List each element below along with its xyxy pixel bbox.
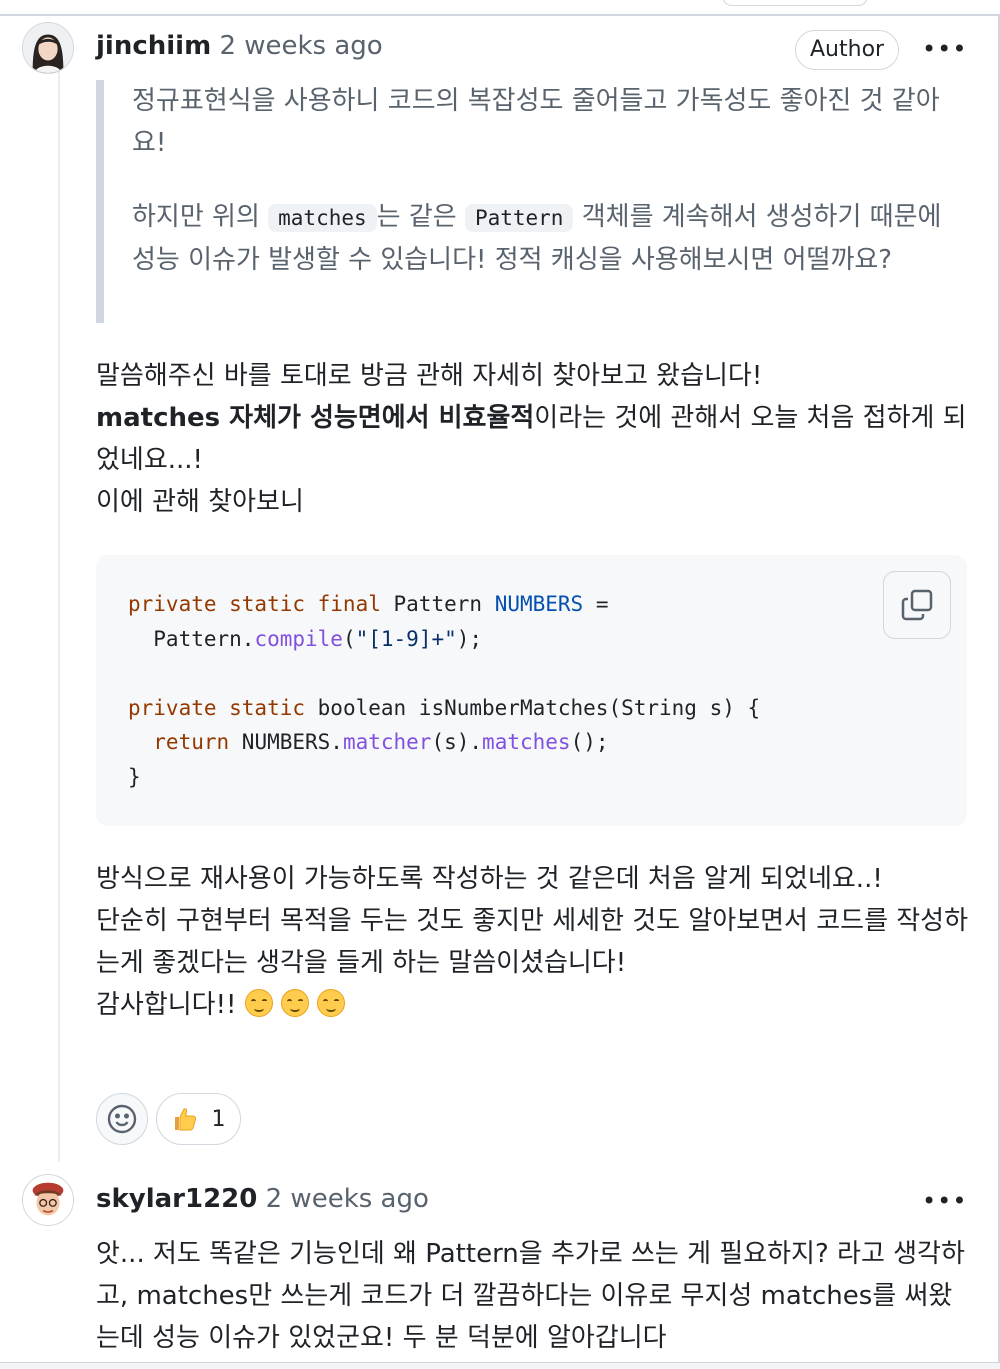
smiling-face-emoji bbox=[280, 989, 309, 1017]
add-reaction-button[interactable] bbox=[96, 1093, 148, 1145]
code-text: boolean isNumberMatches(String s) { bbox=[305, 695, 761, 720]
quote-text: 하지만 위의 bbox=[132, 202, 269, 232]
quote-text: 는 같은 bbox=[376, 202, 465, 232]
thumbs-up-icon bbox=[174, 1108, 196, 1131]
inline-code: Pattern bbox=[464, 204, 574, 232]
avatar[interactable] bbox=[22, 22, 74, 74]
thread-line bbox=[58, 72, 60, 1162]
avatar[interactable] bbox=[22, 1174, 74, 1226]
kebab-horizontal-icon[interactable]: ••• bbox=[922, 1189, 966, 1213]
code-text: Pattern. bbox=[128, 626, 255, 651]
code-text: ); bbox=[456, 626, 483, 651]
code-keyword: private static bbox=[128, 695, 306, 720]
text-span: 감사합니다!! bbox=[96, 990, 245, 1020]
text-line: 감사합니다!! bbox=[96, 984, 976, 1026]
code-text: (); bbox=[570, 730, 609, 754]
code-line: } bbox=[128, 764, 141, 789]
text-line: 방식으로 재사용이 가능하도록 작성하는 것 같은데 처음 알게 되었네요..! bbox=[96, 864, 883, 894]
inline-code: matches bbox=[268, 204, 377, 232]
comment-paragraph: 말씀해주신 바를 토대로 방금 관해 자세히 찾아보고 왔습니다! matche… bbox=[96, 355, 976, 523]
smiling-face-emoji bbox=[244, 989, 273, 1017]
comment-body: 앗... 저도 똑같은 기능인데 왜 Pattern을 추가로 쓰는 게 필요하… bbox=[96, 1239, 965, 1353]
timestamp[interactable]: 2 weeks ago bbox=[219, 31, 382, 61]
code-text: = bbox=[583, 592, 609, 616]
quote-paragraph: 정규표현식을 사용하니 코드의 복잡성도 줄어들고 가독성도 좋아진 것 같아요… bbox=[132, 86, 940, 158]
smiling-face-emoji bbox=[316, 989, 345, 1017]
bold-text: matches 자체가 성능면에서 비효율적 bbox=[96, 403, 535, 433]
comment-header: jinchiim 2 weeks ago bbox=[96, 29, 383, 63]
timestamp[interactable]: 2 weeks ago bbox=[266, 1184, 429, 1214]
code-line: Pattern.compile("[1-9]+"); bbox=[128, 622, 935, 657]
copy-icon bbox=[901, 589, 933, 621]
code-line: return NUMBERS.matcher(s).matches(); bbox=[128, 725, 935, 760]
code-string: "[1-9]+" bbox=[355, 626, 457, 651]
text-line: 말씀해주신 바를 토대로 방금 관해 자세히 찾아보고 왔습니다! bbox=[96, 361, 763, 391]
top-divider bbox=[0, 14, 1000, 16]
code-function: matcher bbox=[342, 730, 432, 754]
code-line: private static boolean isNumberMatches(S… bbox=[128, 691, 935, 726]
code-line: private static final Pattern NUMBERS = bbox=[128, 587, 935, 622]
comment-header: skylar1220 2 weeks ago bbox=[96, 1182, 429, 1216]
author-name[interactable]: jinchiim bbox=[96, 31, 211, 61]
comment-paragraph: 방식으로 재사용이 가능하도록 작성하는 것 같은데 처음 알게 되었네요..!… bbox=[96, 858, 976, 1026]
copy-button[interactable] bbox=[883, 571, 951, 639]
smiley-icon bbox=[107, 1104, 137, 1134]
code-text: (s). bbox=[431, 730, 483, 754]
bottom-divider bbox=[0, 1362, 1000, 1369]
code-block: private static final Pattern NUMBERS = P… bbox=[96, 555, 967, 826]
code-text: Pattern bbox=[380, 592, 483, 616]
code-constant: NUMBERS bbox=[494, 592, 584, 616]
code-keyword: return bbox=[128, 730, 230, 754]
quote-paragraph: 하지만 위의 matches 는 같은 Pattern 객체를 계속해서 생성하기… bbox=[132, 196, 956, 281]
text-line: matches 자체가 성능면에서 비효율적이라는 것에 관해서 오늘 처음 접… bbox=[96, 397, 976, 481]
reaction-count: 1 bbox=[211, 1106, 226, 1132]
kebab-horizontal-icon[interactable]: ••• bbox=[922, 37, 966, 61]
text-line: 이에 관해 찾아보니 bbox=[96, 487, 304, 517]
blockquote: 정규표현식을 사용하니 코드의 복잡성도 줄어들고 가독성도 좋아진 것 같아요… bbox=[96, 80, 956, 323]
previous-element-edge bbox=[722, 0, 868, 6]
author-name[interactable]: skylar1220 bbox=[96, 1184, 257, 1214]
code-text: NUMBERS. bbox=[229, 730, 343, 754]
text-line: 단순히 구현부터 목적을 두는 것도 좋지만 세세한 것도 알아보면서 코드를 … bbox=[96, 906, 969, 978]
author-badge: Author bbox=[795, 30, 900, 70]
thumbs-up-reaction[interactable]: 1 bbox=[156, 1093, 241, 1145]
code-function: compile bbox=[254, 626, 343, 651]
code-function: matches bbox=[482, 730, 571, 754]
code-keyword: private static final bbox=[128, 592, 381, 616]
code-text: ( bbox=[342, 626, 356, 651]
